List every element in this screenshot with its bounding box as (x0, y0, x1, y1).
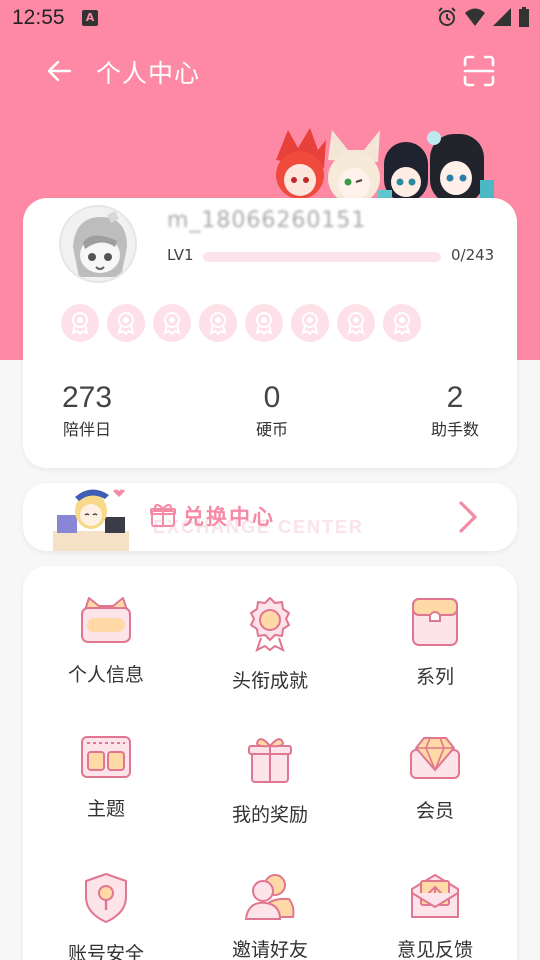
signal-icon (493, 8, 511, 26)
menu-item-feedback[interactable]: 意见反馈 (360, 841, 510, 960)
exchange-title: 兑换中心 (183, 505, 275, 529)
feedback-envelope-icon (411, 874, 459, 918)
stat-value: 2 (446, 381, 464, 414)
wifi-icon (465, 8, 485, 26)
menu-item-account-security[interactable]: 账号安全 (31, 841, 181, 960)
menu-item-invite-friends[interactable]: 邀请好友 (195, 841, 345, 960)
achievement-badge-icon[interactable] (107, 304, 145, 342)
menu-label: 会员 (415, 800, 454, 822)
menu-label: 头衔成就 (231, 670, 308, 692)
menu-item-my-rewards[interactable]: 我的奖励 (195, 704, 345, 826)
gift-box-icon (248, 738, 292, 783)
series-card-icon (412, 598, 458, 646)
stat-assistants[interactable]: 2 助手数 (395, 380, 515, 440)
menu-label: 意见反馈 (396, 939, 473, 960)
avatar-image (61, 207, 135, 281)
chevron-right-icon[interactable] (455, 499, 481, 535)
page-title: 个人中心 (96, 59, 201, 88)
stat-coins[interactable]: 0 硬币 (212, 380, 332, 440)
status-time: 12:55 (12, 6, 65, 29)
menu-label: 账号安全 (67, 943, 144, 960)
menu-item-titles-achievements[interactable]: 头衔成就 (195, 566, 345, 692)
profile-card: m_18066260151 LV1 0/243 273 陪伴日 0 硬币 2 助… (23, 198, 517, 468)
notification-icon: A (82, 10, 98, 26)
menu-label: 主题 (86, 798, 125, 820)
level-label: LV1 (167, 246, 194, 264)
menu-item-membership[interactable]: 会员 (360, 704, 510, 824)
username: m_18066260151 (167, 208, 367, 233)
avatar[interactable] (59, 205, 137, 283)
menu-label: 我的奖励 (231, 804, 308, 826)
alarm-icon (438, 7, 456, 26)
level-progress-text: 0/243 (451, 246, 495, 264)
feature-menu-card: 个人信息 头衔成就 系列 主题 我的奖励 会员 账号安全 邀请好友 意见反馈 (23, 566, 517, 960)
achievement-badge-icon[interactable] (153, 304, 191, 342)
mascot-characters-illustration (276, 128, 494, 210)
menu-label: 个人信息 (67, 664, 144, 686)
top-bar: 个人中心 (0, 40, 540, 104)
menu-label: 系列 (415, 666, 454, 688)
stat-companion-days[interactable]: 273 陪伴日 (27, 380, 147, 440)
achievement-badge-icon[interactable] (61, 304, 99, 342)
stats-row: 273 陪伴日 0 硬币 2 助手数 (23, 380, 517, 440)
stat-label: 助手数 (430, 420, 479, 439)
status-icons (436, 6, 530, 28)
level-progress-bar (203, 252, 441, 262)
exchange-center-banner[interactable]: EXCHANGE CENTER 兑换中心 (23, 483, 517, 551)
shield-icon (85, 873, 127, 923)
exchange-mascot-illustration (53, 489, 129, 551)
stat-label: 硬币 (255, 420, 288, 439)
diamond-icon (410, 737, 460, 779)
scan-icon[interactable] (462, 54, 496, 88)
achievement-badge-icon[interactable] (383, 304, 421, 342)
menu-item-theme[interactable]: 主题 (31, 704, 181, 824)
menu-label: 邀请好友 (231, 939, 308, 960)
achievement-badge-icon[interactable] (337, 304, 375, 342)
medal-icon (250, 597, 290, 652)
battery-icon (519, 7, 529, 27)
achievement-badge-icon[interactable] (291, 304, 329, 342)
friends-icon (244, 874, 295, 920)
menu-item-series[interactable]: 系列 (360, 566, 510, 688)
back-arrow-icon[interactable] (44, 56, 74, 86)
theme-icon (81, 736, 131, 778)
stat-value: 273 (61, 381, 113, 414)
status-bar: 12:55 A (0, 0, 540, 36)
menu-item-personal-info[interactable]: 个人信息 (31, 566, 181, 686)
stat-value: 0 (263, 381, 281, 414)
cat-card-icon (81, 597, 131, 643)
gift-icon (150, 503, 176, 527)
stat-label: 陪伴日 (62, 420, 111, 439)
badge-row (61, 304, 421, 342)
achievement-badge-icon[interactable] (199, 304, 237, 342)
achievement-badge-icon[interactable] (245, 304, 283, 342)
